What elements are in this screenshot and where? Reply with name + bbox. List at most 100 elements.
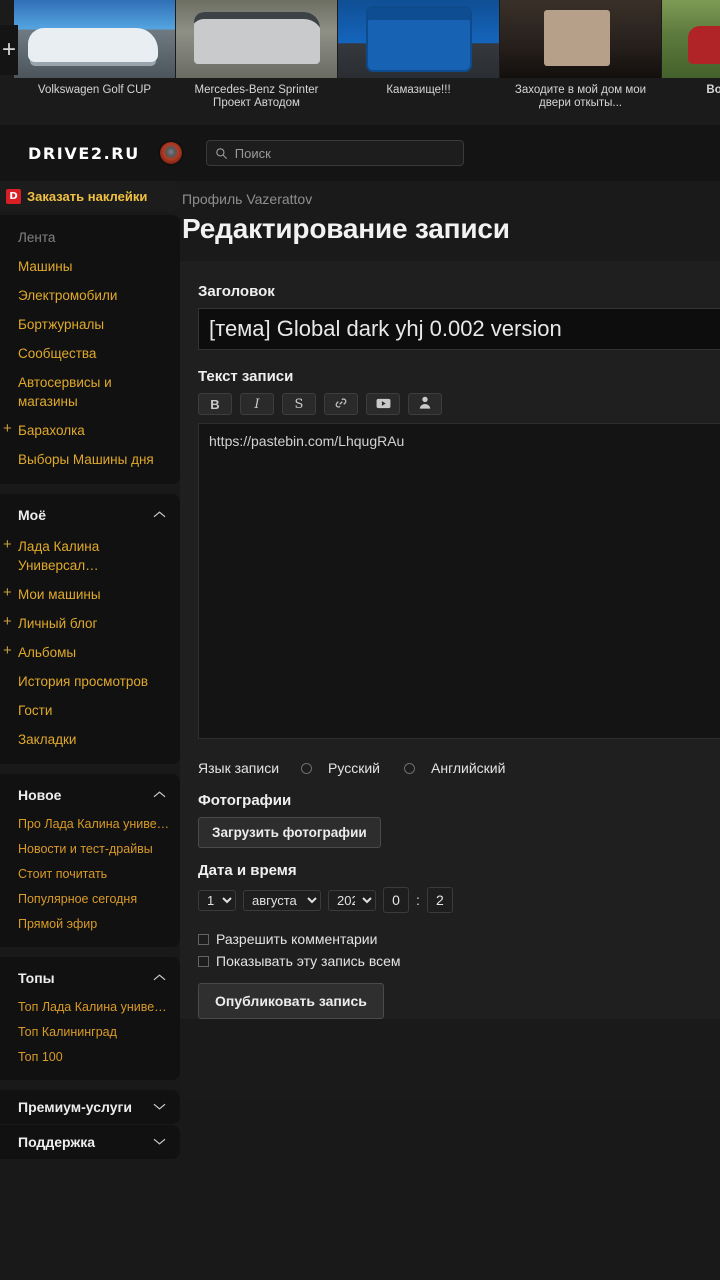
allow-comments-label: Разрешить комментарии <box>216 931 378 947</box>
sidebar-item-label: Электромобили <box>18 288 118 303</box>
show-to-all-checkbox[interactable] <box>198 955 209 967</box>
featured-car-image[interactable] <box>176 0 337 78</box>
sidebar-item[interactable]: + Лада Калина Универсал… <box>0 532 180 580</box>
chevron-up-icon[interactable] <box>153 786 166 804</box>
chevron-up-icon[interactable] <box>153 969 166 987</box>
upload-photos-button[interactable]: Загрузить фотографии <box>198 817 381 848</box>
plus-icon[interactable]: + <box>3 537 12 552</box>
sidebar-item[interactable]: Топ Калининград <box>0 1020 180 1045</box>
featured-car-image[interactable] <box>14 0 175 78</box>
datetime-label: Дата и время <box>198 862 297 879</box>
sidebar-item-label: Сообщества <box>18 346 97 361</box>
sidebar-item[interactable]: История просмотров <box>0 667 180 696</box>
sidebar-section-header[interactable]: Новое <box>0 782 180 812</box>
editor-toolbar[interactable]: BIS <box>198 393 720 415</box>
featured-cars-strip[interactable]: + Volkswagen Golf CUP Mercedes-Benz Sprin… <box>0 0 720 125</box>
sidebar-item[interactable]: Топ 100 <box>0 1045 180 1070</box>
plus-icon[interactable]: + <box>3 614 12 629</box>
search-box[interactable] <box>205 140 464 166</box>
mention-button[interactable] <box>408 393 442 415</box>
radio-russian-label: Русский <box>328 760 380 776</box>
featured-car-thumb[interactable]: Восс Копчён <box>662 0 720 110</box>
sidebar-section-header[interactable]: Премиум-услуги <box>0 1090 180 1124</box>
sidebar-item-label: Лента <box>18 230 56 245</box>
link-button[interactable] <box>324 393 358 415</box>
sidebar-item[interactable]: Закладки <box>0 725 180 754</box>
sidebar-section-header[interactable]: Моё <box>0 502 180 532</box>
chevron-up-icon[interactable] <box>153 506 166 524</box>
plus-icon[interactable]: + <box>3 585 12 600</box>
sidebar-section: Топы Топ Лада Калина униве… Топ Калинингра… <box>0 957 180 1080</box>
sidebar-item[interactable]: Борт­журналы <box>0 310 180 339</box>
radio-russian[interactable] <box>301 762 313 774</box>
sidebar-item-label: Популярное сегодня <box>18 892 138 906</box>
sidebar-item[interactable]: Автосервисы и магазины <box>0 368 180 416</box>
youtube-icon <box>376 397 391 412</box>
search-input[interactable] <box>234 145 455 161</box>
show-to-all-row[interactable]: Показывать эту запись всем <box>198 953 720 969</box>
sidebar-item[interactable]: Стоит почитать <box>0 862 180 887</box>
sidebar-item[interactable]: Прямой эфир <box>0 912 180 937</box>
month-select[interactable]: августа <box>243 889 321 911</box>
photos-label: Фотографии <box>198 792 292 809</box>
featured-car-thumb[interactable]: Камазище!!! <box>338 0 499 110</box>
post-body-textarea[interactable] <box>198 423 720 739</box>
italic-button[interactable]: I <box>240 393 274 415</box>
chevron-down-icon[interactable] <box>153 1098 166 1116</box>
sidebar-item[interactable]: Сообщества <box>0 339 180 368</box>
sidebar-item[interactable]: Лента <box>0 223 180 252</box>
featured-car-thumb[interactable]: Заходите в мой дом мои двери откыты... <box>500 0 661 110</box>
sidebar-item[interactable]: Выборы Машины дня <box>0 445 180 474</box>
sidebar-item[interactable]: Популярное сегодня <box>0 887 180 912</box>
user-avatar-icon[interactable] <box>159 142 182 164</box>
sidebar-item[interactable]: + Мои машины <box>0 580 180 609</box>
allow-comments-row[interactable]: Разрешить комментарии <box>198 931 720 947</box>
site-logo[interactable]: DRIVE2.RU <box>28 144 140 163</box>
sidebar-section-header[interactable]: Топы <box>0 965 180 995</box>
featured-car-thumb[interactable]: Mercedes-Benz Sprinter Проект Автодом <box>176 0 337 110</box>
day-select[interactable]: 15 <box>198 889 236 911</box>
hour-input[interactable] <box>383 887 409 913</box>
page-title: Редактирование записи <box>182 213 510 244</box>
publish-post-button[interactable]: Опубликовать запись <box>198 983 384 1019</box>
featured-car-image[interactable] <box>500 0 661 78</box>
post-title-input[interactable] <box>198 308 720 350</box>
plus-icon[interactable]: + <box>3 643 12 658</box>
sidebar-item-label: Борт­журналы <box>18 317 105 332</box>
show-to-all-label: Показывать эту запись всем <box>216 953 401 969</box>
featured-car-image[interactable] <box>662 0 720 78</box>
allow-comments-checkbox[interactable] <box>198 933 209 945</box>
sidebar-item-label: Машины <box>18 259 73 274</box>
featured-car-thumb[interactable]: Volkswagen Golf CUP <box>14 0 175 110</box>
sidebar-section-header[interactable]: Поддержка <box>0 1125 180 1159</box>
sidebar-collapsed-section[interactable]: Поддержка <box>0 1125 180 1159</box>
sidebar-collapsed-section[interactable]: Премиум-услуги <box>0 1090 180 1124</box>
plus-icon[interactable]: + <box>0 25 18 75</box>
sidebar-item[interactable]: + Барахолка <box>0 416 180 445</box>
sidebar-item[interactable]: Гости <box>0 696 180 725</box>
sidebar-item[interactable]: Новости и тест-драйвы <box>0 837 180 862</box>
minute-input[interactable] <box>426 887 453 913</box>
year-select[interactable]: 2021 <box>328 889 376 911</box>
chevron-down-icon[interactable] <box>153 1133 166 1151</box>
order-stickers-button[interactable]: D Заказать наклейки <box>0 181 180 211</box>
datetime-row: 15 августа 2021 : <box>198 887 720 913</box>
sidebar-item[interactable]: + Личный блог <box>0 609 180 638</box>
video-button[interactable] <box>366 393 400 415</box>
bold-button[interactable]: B <box>198 393 232 415</box>
breadcrumb[interactable]: Профиль Vazerattov <box>180 181 720 207</box>
featured-car-caption: Volkswagen Golf CUP <box>37 84 152 96</box>
sidebar-item[interactable]: + Альбомы <box>0 638 180 667</box>
drive2-badge-icon: D <box>6 188 21 204</box>
body-field-label: Текст записи <box>198 368 294 385</box>
site-header: DRIVE2.RU <box>0 125 720 181</box>
plus-icon[interactable]: + <box>3 421 12 436</box>
strikethrough-button[interactable]: S <box>282 393 316 415</box>
featured-car-caption: Восс Копчён <box>706 84 720 96</box>
radio-english[interactable] <box>404 762 415 774</box>
sidebar-item[interactable]: Машины <box>0 252 180 281</box>
sidebar-item[interactable]: Топ Лада Калина униве… <box>0 995 180 1020</box>
sidebar-item[interactable]: Про Лада Калина униве… <box>0 812 180 837</box>
featured-car-image[interactable] <box>338 0 499 78</box>
sidebar-item[interactable]: Электромобили <box>0 281 180 310</box>
